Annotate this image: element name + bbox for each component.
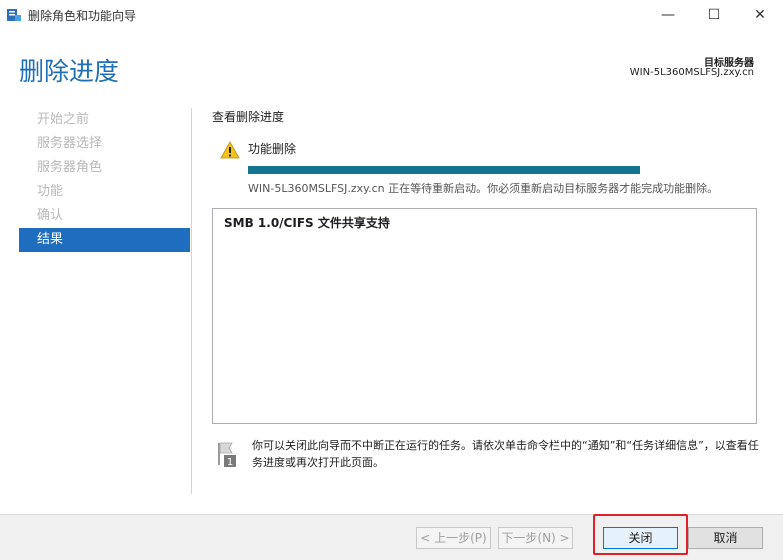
target-server-name: WIN-5L360MSLFSJ.zxy.cn — [629, 67, 754, 78]
warning-triangle-icon — [220, 141, 240, 159]
page-title: 删除进度 — [19, 57, 120, 86]
info-badge-number: 1 — [227, 457, 233, 468]
status-message: WIN-5L360MSLFSJ.zxy.cn 正在等待重新启动。你必须重新启动目… — [248, 182, 719, 195]
results-list[interactable]: SMB 1.0/CIFS 文件共享支持 — [212, 208, 757, 424]
minimize-icon: — — [661, 7, 675, 23]
sidebar-divider — [191, 108, 192, 494]
minimize-button[interactable]: — — [645, 0, 691, 30]
cancel-button[interactable]: 取消 — [688, 527, 763, 549]
close-icon: ✕ — [754, 7, 766, 23]
info-message: 你可以关闭此向导而不中断正在运行的任务。请依次单击命令栏中的“通知”和“任务详细… — [252, 439, 759, 469]
wizard-steps-nav: 开始之前 服务器选择 服务器角色 功能 确认 结果 — [19, 108, 190, 252]
result-item-smb: SMB 1.0/CIFS 文件共享支持 — [224, 216, 390, 230]
nav-item-features: 功能 — [37, 184, 64, 199]
section-title: 查看删除进度 — [212, 110, 285, 124]
close-window-button[interactable]: ✕ — [737, 0, 783, 30]
flag-notification-icon: 1 — [218, 442, 236, 468]
nav-item-server-selection: 服务器选择 — [37, 136, 103, 151]
nav-item-results[interactable]: 结果 — [19, 228, 190, 252]
nav-item-before-you-begin: 开始之前 — [37, 112, 90, 127]
maximize-icon: ☐ — [707, 7, 721, 23]
wizard-header: 删除进度 目标服务器 WIN-5L360MSLFSJ.zxy.cn — [0, 30, 783, 100]
previous-button[interactable]: < 上一步(P) — [416, 527, 491, 549]
removal-progress-bar — [248, 166, 640, 174]
nav-item-confirmation: 确认 — [37, 208, 64, 223]
title-bar: 删除角色和功能向导 — ☐ ✕ — [0, 0, 783, 30]
maximize-button[interactable]: ☐ — [691, 0, 737, 30]
nav-item-server-roles: 服务器角色 — [37, 160, 103, 175]
window-title: 删除角色和功能向导 — [28, 9, 137, 23]
close-button-highlight — [593, 514, 688, 555]
server-manager-icon — [7, 9, 21, 21]
progress-fill — [248, 166, 640, 174]
next-button[interactable]: 下一步(N) > — [498, 527, 573, 549]
feature-removal-label: 功能删除 — [248, 142, 297, 156]
